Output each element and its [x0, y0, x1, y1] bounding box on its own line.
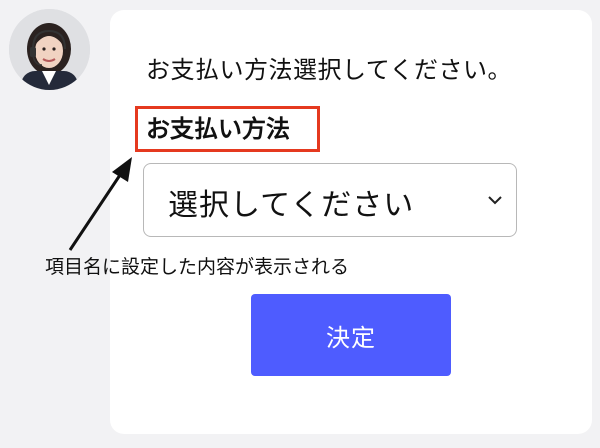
payment-method-select[interactable]: 選択してください: [143, 163, 517, 237]
select-value: 選択してください: [168, 188, 415, 223]
operator-avatar: [9, 9, 90, 90]
chat-prompt-text: お支払い方法選択してください。: [146, 56, 513, 84]
chevron-down-icon: [488, 196, 502, 205]
payment-method-field-label: お支払い方法: [135, 106, 320, 152]
annotation-arrow-icon: [68, 157, 132, 251]
submit-button[interactable]: 決定: [251, 294, 451, 376]
operator-headset-avatar-icon: [9, 9, 90, 90]
annotation-text: 項目名に設定した内容が表示される: [45, 256, 350, 278]
